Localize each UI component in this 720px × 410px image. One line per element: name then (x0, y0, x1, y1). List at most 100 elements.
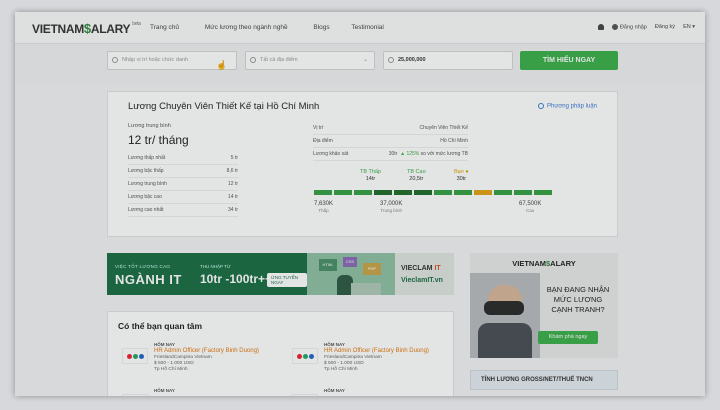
gauge-you-label: Bạn ● (454, 169, 469, 175)
result-title: Lương Chuyên Viên Thiết Kế tại Hồ Chí Mi… (128, 101, 320, 112)
scale-low: 7,630K Thấp (314, 201, 333, 213)
bell-icon[interactable] (597, 24, 604, 31)
stat-row: Lương bậc cao 14 tr (128, 191, 238, 204)
job-location: Tp Hồ Chí Minh (154, 367, 188, 372)
nav-home[interactable]: Trang chủ (150, 24, 179, 31)
man-body (478, 323, 532, 358)
related-jobs-title: Có thể bạn quan tâm (118, 321, 203, 331)
login-link[interactable]: Đăng nhập (611, 24, 647, 31)
job-card[interactable]: HÔM NAY (122, 388, 282, 396)
gauge-low-value: 14tr (365, 176, 376, 182)
language-select[interactable]: EN ▾ (683, 24, 695, 30)
banner-url: VieclamIT.vn (401, 277, 443, 284)
info-row: Vị trí Chuyên Viên Thiết Kế (313, 122, 468, 135)
location-pin-icon (250, 57, 256, 63)
money-icon (388, 57, 394, 63)
methodology-link[interactable]: Phương pháp luận (538, 103, 597, 110)
brand-accent: IT (434, 265, 441, 272)
vieclamit-banner[interactable]: VIỆC TỐT LƯƠNG CAO NGÀNH IT THU NHẬP TỪ … (107, 253, 454, 295)
stat-value: 14 tr (227, 194, 238, 200)
logo-beta: beta (132, 21, 141, 27)
stat-label: Lương trung bình (128, 181, 167, 187)
gauge-segment (394, 190, 412, 195)
gauge-segment (354, 190, 372, 195)
job-card[interactable]: HÔM NAY HR Admin Officer (Factory Binh D… (122, 342, 282, 378)
ad-line-3: CẠNH TRANH? (551, 305, 605, 314)
salary-stats-list: Lương thấp nhất 5 tr Lương bậc thấp 8,6 tr… (128, 152, 238, 217)
gauge-you-marker: Bạn ● 30tr (454, 169, 469, 182)
banner-tagline: VIỆC TỐT LƯƠNG CAO (115, 264, 171, 269)
survey-value: 30tr (388, 151, 398, 157)
explore-now-button[interactable]: Khám phá ngay (538, 331, 598, 344)
scale-high: 67,500K Cao (519, 201, 541, 213)
banner-salary: 10tr -100tr++ (200, 272, 273, 286)
job-meta: HÔM NAY (154, 388, 175, 393)
gauge-segment (374, 190, 392, 195)
search-icon (112, 57, 118, 63)
company-logo (292, 394, 318, 396)
job-company: FrieslandCampina Vietnam (154, 355, 212, 360)
register-link[interactable]: Đăng ký (655, 24, 675, 30)
gauge-segment (334, 190, 352, 195)
gauge-segment (454, 190, 472, 195)
stat-label: Lương cao nhất (128, 207, 164, 213)
job-meta: HÔM NAY (324, 388, 345, 393)
stat-value: 12 tr (227, 181, 238, 187)
company-logo (122, 348, 148, 364)
job-card[interactable]: HÔM NAY HR Admin Officer (Factory Binh D… (292, 342, 452, 378)
banner-headline: NGÀNH IT (115, 272, 182, 287)
gauge-low-marker: TB Thấp 14tr (360, 169, 381, 182)
survey-note: so với mức lương TB (420, 151, 468, 157)
site-logo[interactable]: VIETNAM$ALARY beta (32, 21, 141, 36)
gauge-segment (474, 190, 492, 195)
company-logo (122, 394, 148, 396)
job-card[interactable]: HÔM NAY (292, 388, 452, 396)
job-tag: HÔM NAY (154, 388, 175, 393)
company-logo (292, 348, 318, 364)
job-title-link[interactable]: HR Admin Officer (Factory Binh Duong) (154, 348, 259, 354)
binoculars-man-image (470, 273, 540, 358)
average-salary-label: Lương trung bình (128, 123, 171, 129)
html-badge: HTML (319, 259, 337, 271)
info-row: Địa điểm Hồ Chí Minh (313, 135, 468, 148)
stat-row: Lương cao nhất 34 tr (128, 204, 238, 217)
banner-apply-button[interactable]: ỨNG TUYỂN NGAY (267, 273, 307, 287)
search-bar: Nhập vị trí hoặc chức danh ☝ Tất cả địa … (15, 44, 705, 84)
logo-text: VIETNAM (32, 22, 84, 36)
methodology-label: Phương pháp luận (547, 103, 597, 110)
nav-salary-by-industry[interactable]: Mức lương theo ngành nghề (205, 24, 288, 31)
scale-label: Thấp (318, 208, 329, 213)
stat-row: Lương thấp nhất 5 tr (128, 152, 238, 165)
gauge-high-label: TB Cao (407, 169, 426, 175)
nav-blogs[interactable]: Blogs (313, 24, 329, 31)
logo-dollar: $ (83, 21, 91, 36)
ad-logo-tail: ALARY (550, 259, 576, 268)
vietnamsalary-ad-banner[interactable]: VIETNAM$ALARY BẠN ĐANG NHẬN MỨC LƯƠNG CẠ… (470, 253, 618, 358)
survey-label: Lương khảo sát (313, 151, 349, 157)
stat-value: 5 tr (230, 155, 238, 161)
job-tag: HÔM NAY (324, 388, 345, 393)
ad-logo-text: VIETNAM (512, 259, 546, 268)
find-out-button[interactable]: TÌM HIỂU NGAY (520, 51, 618, 70)
salary-input[interactable]: 25,000,000 (383, 51, 513, 70)
stat-value: 34 tr (227, 207, 238, 213)
gauge-you-value: 30tr (456, 176, 467, 182)
stat-row: Lương trung bình 12 tr (128, 178, 238, 191)
survey-row: Lương khảo sát 30tr ▲ 125% so với mức lư… (313, 148, 468, 161)
gross-net-calculator[interactable]: TÍNH LƯƠNG GROSS/NET/THUẾ TNCN (470, 370, 618, 390)
scale-label: Cao (526, 208, 535, 213)
salary-gauge-bar (314, 190, 552, 195)
scale-mid: 37,000K Trung bình (380, 201, 402, 213)
location-select[interactable]: Tất cả địa điểm ⌄ (245, 51, 375, 70)
banner-brand-panel: VIECLAM IT VieclamIT.vn (395, 253, 454, 295)
login-label: Đăng nhập (619, 24, 647, 31)
position-input[interactable]: Nhập vị trí hoặc chức danh ☝ (107, 51, 237, 70)
brand-text: VIECLAM (401, 265, 433, 272)
nav-testimonial[interactable]: Testimonial (351, 24, 384, 31)
ad-logo: VIETNAM$ALARY (470, 259, 618, 268)
info-value: Chuyên Viên Thiết Kế (419, 125, 468, 131)
job-salary: $ 500 - 1.000 USD (154, 361, 194, 366)
job-title-link[interactable]: HR Admin Officer (Factory Binh Duong) (324, 348, 429, 354)
gauge-segment (514, 190, 532, 195)
scale-value: 37,000K (380, 201, 403, 207)
